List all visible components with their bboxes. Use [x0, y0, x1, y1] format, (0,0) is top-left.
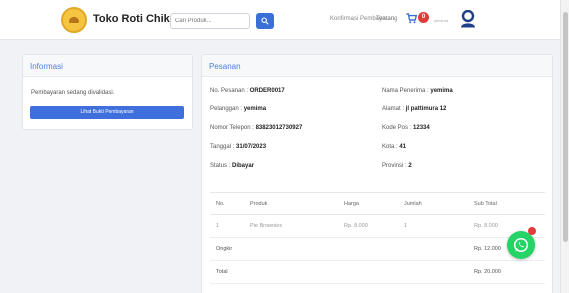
column-header-price: Harga — [338, 192, 398, 215]
cell-price: Rp. 8.000 — [338, 214, 398, 238]
field-value: 41 — [399, 144, 407, 150]
address-field: Alamat : jl pattimura 12 — [382, 106, 446, 112]
user-name[interactable]: yemima — [434, 18, 448, 23]
shipping-label: Ongkir — [210, 237, 468, 261]
column-header-product: Produk — [244, 192, 338, 215]
info-card-title: Informasi — [23, 55, 192, 77]
page-scrollbar[interactable] — [560, 0, 569, 293]
order-items-table: No. Produk Harga Jumlah Sub Total 1 Pie … — [210, 192, 545, 284]
field-value: yemima — [243, 106, 267, 112]
customer-field: Pelanggan : yemima — [210, 106, 266, 112]
field-label: Nomor Telepon : — [210, 125, 256, 131]
phone-field: Nomor Telepon : 83823012730927 — [210, 125, 302, 131]
column-header-no: No. — [210, 192, 244, 215]
column-header-quantity: Jumlah — [398, 192, 468, 215]
field-label: Kode Pos : — [382, 125, 414, 131]
cell-product: Pie Brownies — [244, 214, 338, 238]
postal-code-field: Kode Pos : 12334 — [382, 125, 430, 131]
cell-no: 1 — [210, 214, 244, 238]
total-row: Total Rp. 20.000 — [210, 260, 545, 284]
scrollbar-thumb[interactable] — [563, 12, 568, 242]
total-value: Rp. 20.000 — [468, 260, 545, 284]
status-field: Status : Dibayar — [210, 163, 254, 169]
order-card: Pesanan No. Pesanan : ORDER0017 Pelangga… — [201, 54, 553, 293]
field-label: Kota : — [382, 144, 400, 150]
field-label: Status : — [210, 163, 233, 169]
info-card: Informasi Pembayaran sedang divalidasi. … — [22, 54, 193, 130]
field-label: No. Pesanan : — [210, 88, 250, 94]
field-value: yemima — [430, 88, 453, 94]
column-header-subtotal: Sub Total — [468, 192, 545, 215]
field-value: 2 — [408, 163, 412, 169]
field-value: 12334 — [413, 125, 430, 131]
city-field: Kota : 41 — [382, 144, 406, 150]
view-payment-proof-button[interactable]: Lihat Bukti Pembayaran — [30, 106, 184, 119]
table-header-row: No. Produk Harga Jumlah Sub Total — [210, 192, 545, 215]
field-label: Provinsi : — [382, 163, 409, 169]
bakery-logo-icon[interactable] — [61, 7, 87, 33]
field-value: 31/07/2023 — [236, 144, 267, 150]
field-label: Nama Penerima : — [382, 88, 431, 94]
province-field: Provinsi : 2 — [382, 163, 412, 169]
cell-quantity: 1 — [398, 214, 468, 238]
user-icon[interactable] — [460, 10, 476, 28]
field-value: 83823012730927 — [255, 125, 303, 131]
order-number-field: No. Pesanan : ORDER0017 — [210, 88, 285, 94]
whatsapp-chat-button[interactable] — [507, 231, 535, 259]
table-row: 1 Pie Brownies Rp. 8.000 1 Rp. 8.000 — [210, 214, 545, 238]
field-value: jl pattimura 12 — [405, 106, 447, 112]
payment-status-message: Pembayaran sedang divalidasi. — [31, 90, 115, 96]
search-icon — [261, 17, 269, 25]
shipping-row: Ongkir Rp. 12.000 — [210, 237, 545, 261]
field-value: ORDER0017 — [249, 88, 285, 94]
cart-icon[interactable] — [406, 13, 417, 24]
notification-dot — [528, 227, 536, 235]
nav-link-tentang[interactable]: Tentang — [376, 16, 397, 22]
recipient-field: Nama Penerima : yemima — [382, 88, 453, 94]
whatsapp-icon — [513, 237, 529, 253]
navbar: Toko Roti Chika Konfirmasi Pembayaran Te… — [0, 0, 560, 40]
search-input[interactable] — [170, 13, 250, 29]
field-label: Pelanggan : — [210, 106, 244, 112]
field-value: Dibayar — [232, 163, 255, 169]
date-field: Tanggal : 31/07/2023 — [210, 144, 266, 150]
brand-name[interactable]: Toko Roti Chika — [93, 13, 176, 25]
cart-count-badge[interactable]: 0 — [418, 12, 429, 23]
field-label: Tanggal : — [210, 144, 237, 150]
order-card-title: Pesanan — [202, 55, 552, 77]
total-label: Total — [210, 260, 468, 284]
search-button[interactable] — [256, 13, 274, 29]
field-label: Alamat : — [382, 106, 406, 112]
